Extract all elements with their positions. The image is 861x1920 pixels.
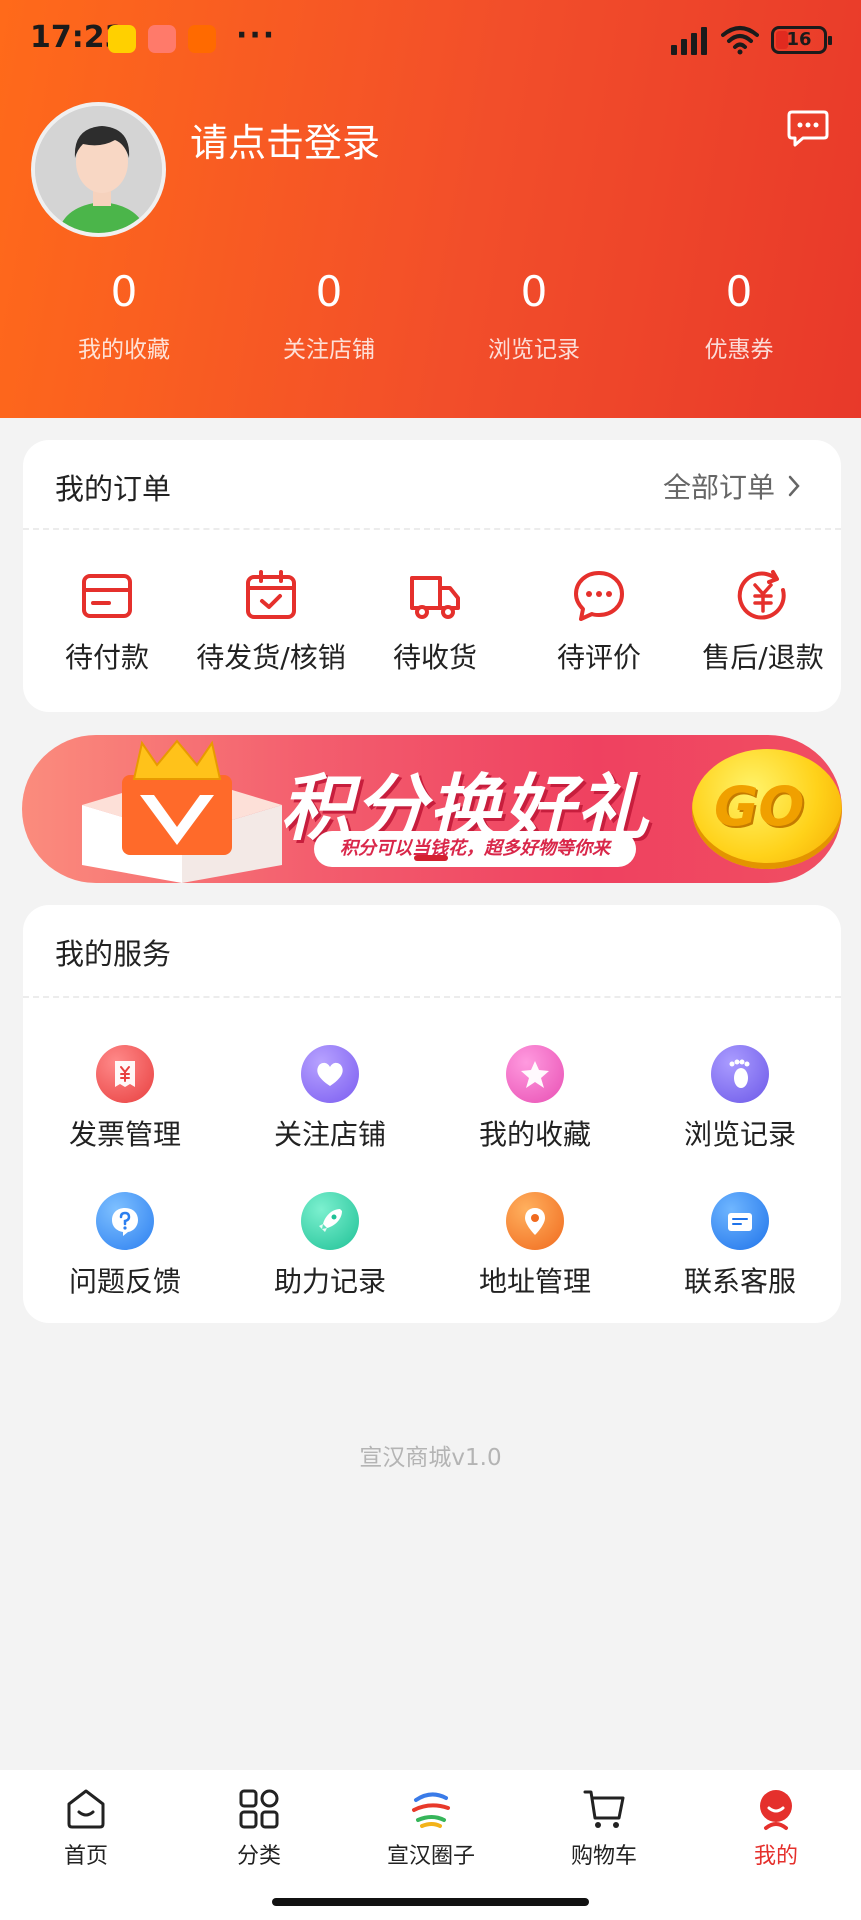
rocket-icon <box>301 1192 359 1250</box>
service-label: 我的收藏 <box>478 1118 591 1151</box>
stat-value: 0 <box>315 267 343 316</box>
tab-label: 首页 <box>63 1844 108 1869</box>
star-icon <box>506 1045 564 1103</box>
service-favorites[interactable]: 我的收藏 <box>435 1045 635 1153</box>
profile-icon <box>760 1790 792 1830</box>
tab-label: 宣汉圈子 <box>386 1844 475 1869</box>
tab-cart[interactable]: 购物车 <box>529 1786 679 1870</box>
services-title: 我的服务 <box>55 937 172 971</box>
divider <box>23 528 841 530</box>
service-history[interactable]: 浏览记录 <box>640 1045 840 1153</box>
all-orders-link[interactable]: 全部订单 <box>663 466 801 506</box>
service-label: 浏览记录 <box>683 1118 796 1151</box>
stat-history[interactable]: 0 浏览记录 <box>434 266 634 364</box>
service-followed-shops[interactable]: 关注店铺 <box>230 1045 430 1153</box>
store-app-icon <box>148 25 176 53</box>
service-label: 问题反馈 <box>68 1265 181 1298</box>
footprint-icon <box>711 1045 769 1103</box>
service-feedback[interactable]: 问题反馈 <box>25 1192 225 1300</box>
status-indicators: 16 <box>671 24 832 56</box>
heart-icon <box>301 1045 359 1103</box>
order-label: 待评价 <box>556 641 641 674</box>
invoice-icon <box>96 1045 154 1103</box>
mi-app-icon <box>188 25 216 53</box>
service-label: 地址管理 <box>478 1265 591 1298</box>
signal-icon <box>671 27 707 55</box>
circle-logo-icon <box>412 1792 450 1828</box>
go-label: GO <box>714 775 805 838</box>
home-indicator <box>272 1898 589 1906</box>
banner-pager-indicator <box>414 855 448 861</box>
service-label: 发票管理 <box>68 1118 181 1151</box>
order-label: 待付款 <box>64 641 149 674</box>
avatar-placeholder-icon <box>35 106 162 233</box>
stat-label: 我的收藏 <box>78 337 170 363</box>
order-pending-review[interactable]: 待评价 <box>519 568 679 676</box>
chevron-right-icon <box>788 475 800 497</box>
battery-icon: 16 <box>771 26 832 54</box>
service-label: 联系客服 <box>683 1265 796 1298</box>
service-invoice[interactable]: 发票管理 <box>25 1045 225 1153</box>
calendar-check-icon <box>246 570 296 619</box>
tab-label: 分类 <box>236 1844 281 1869</box>
all-orders-label: 全部订单 <box>662 471 775 504</box>
divider <box>23 996 841 998</box>
tab-mine[interactable]: 我的 <box>701 1786 851 1870</box>
orders-card: 我的订单 全部订单 待付款 待发货/核销 待收货 待评价 售后/退款 <box>23 440 841 712</box>
location-icon <box>506 1192 564 1250</box>
stat-value: 0 <box>520 267 548 316</box>
stat-favorites[interactable]: 0 我的收藏 <box>24 266 224 364</box>
stat-coupons[interactable]: 0 优惠券 <box>639 266 839 364</box>
tab-category[interactable]: 分类 <box>184 1786 334 1870</box>
message-icon[interactable] <box>786 106 830 150</box>
gift-box-icon <box>82 739 282 883</box>
service-customer-support[interactable]: 联系客服 <box>640 1192 840 1300</box>
order-pending-payment[interactable]: 待付款 <box>27 568 187 676</box>
service-label: 关注店铺 <box>273 1118 386 1151</box>
stat-value: 0 <box>110 267 138 316</box>
service-address[interactable]: 地址管理 <box>435 1192 635 1300</box>
go-button[interactable]: GO <box>692 749 842 869</box>
login-prompt[interactable]: 请点击登录 <box>190 112 380 167</box>
service-label: 助力记录 <box>273 1265 386 1298</box>
orders-title: 我的订单 <box>55 472 172 506</box>
more-notifications-icon: ··· <box>236 18 277 53</box>
avatar[interactable] <box>31 102 166 237</box>
status-bar: 17:23 ··· 16 <box>0 0 861 80</box>
question-icon <box>96 1192 154 1250</box>
tab-home[interactable]: 首页 <box>11 1786 161 1870</box>
app-version: 宣汉商城v1.0 <box>359 1445 502 1471</box>
tab-label: 我的 <box>753 1844 798 1869</box>
wifi-icon <box>721 26 759 55</box>
services-card: 我的服务 发票管理 关注店铺 我的收藏 浏览记录 问题反馈 助力记录 地址管理 … <box>23 905 841 1323</box>
tab-community[interactable]: 宣汉圈子 <box>356 1786 506 1870</box>
stats-row: 0 我的收藏 0 关注店铺 0 浏览记录 0 优惠券 <box>0 266 861 376</box>
refund-icon <box>737 570 786 620</box>
stat-label: 关注店铺 <box>283 337 375 363</box>
service-boost-records[interactable]: 助力记录 <box>230 1192 430 1300</box>
wallet-icon <box>82 574 132 618</box>
meituan-app-icon <box>108 25 136 53</box>
order-after-sales[interactable]: 售后/退款 <box>683 568 843 676</box>
order-pending-receipt[interactable]: 待收货 <box>355 568 515 676</box>
chat-icon <box>711 1192 769 1250</box>
stat-label: 浏览记录 <box>488 337 580 363</box>
order-label: 待发货/核销 <box>196 641 346 674</box>
stat-value: 0 <box>725 267 753 316</box>
home-icon <box>67 1789 105 1829</box>
stat-label: 优惠券 <box>704 337 774 363</box>
comment-icon <box>574 571 624 621</box>
order-label: 待收货 <box>392 641 477 674</box>
grid-icon <box>239 1789 279 1829</box>
cart-icon <box>583 1790 625 1828</box>
truck-icon <box>410 576 460 619</box>
profile-header: 17:23 ··· 16 请点击登录 0 我的收藏 0 关注店铺 0 浏览记录 … <box>0 0 861 418</box>
tab-label: 购物车 <box>570 1844 637 1869</box>
battery-level: 16 <box>786 29 812 50</box>
order-pending-shipment[interactable]: 待发货/核销 <box>191 568 351 676</box>
banner-subtitle: 积分可以当钱花，超多好物等你来 <box>314 831 636 867</box>
stat-followed-shops[interactable]: 0 关注店铺 <box>229 266 429 364</box>
order-label: 售后/退款 <box>702 641 824 674</box>
